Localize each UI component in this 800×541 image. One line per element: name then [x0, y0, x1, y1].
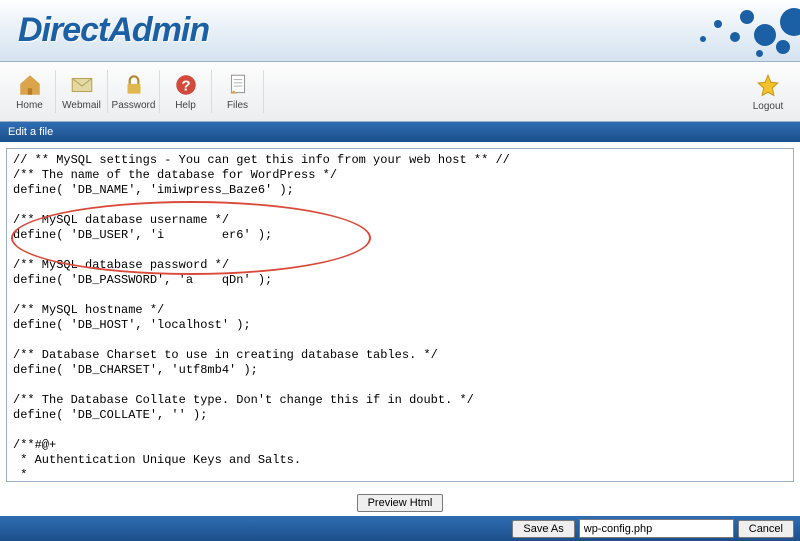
- files-icon: [224, 72, 252, 98]
- lock-icon: [120, 72, 148, 98]
- home-icon: [16, 72, 44, 98]
- editor-panel: [0, 142, 800, 488]
- save-as-button[interactable]: Save As: [512, 520, 574, 538]
- preview-row: Preview Html: [0, 488, 800, 516]
- file-editor-textarea[interactable]: [7, 149, 793, 481]
- app-header: DirectAdmin: [0, 0, 800, 62]
- toolbar-item-label: Home: [16, 100, 43, 111]
- toolbar-item-help[interactable]: ? Help: [160, 70, 212, 113]
- toolbar-item-label: Help: [175, 100, 196, 111]
- editor-container: [6, 148, 794, 482]
- filename-input[interactable]: [579, 519, 734, 538]
- svg-text:?: ?: [181, 77, 190, 94]
- toolbar-item-logout[interactable]: Logout: [742, 71, 794, 114]
- help-icon: ?: [172, 72, 200, 98]
- logo-text: DirectAdmin: [18, 11, 209, 50]
- preview-html-button[interactable]: Preview Html: [357, 494, 444, 512]
- cancel-button[interactable]: Cancel: [738, 520, 794, 538]
- toolbar-item-files[interactable]: Files: [212, 70, 264, 113]
- toolbar-item-webmail[interactable]: Webmail: [56, 70, 108, 113]
- toolbar-item-password[interactable]: Password: [108, 70, 160, 113]
- toolbar-item-label: Webmail: [62, 100, 101, 111]
- save-bar: Save As Cancel: [0, 516, 800, 541]
- mail-icon: [68, 72, 96, 98]
- panel-title: Edit a file: [0, 122, 800, 142]
- toolbar-item-home[interactable]: Home: [4, 70, 56, 113]
- main-toolbar: Home Webmail Password ? Help Files Logou…: [0, 62, 800, 122]
- star-icon: [754, 73, 782, 99]
- toolbar-item-label: Files: [227, 100, 248, 111]
- toolbar-item-label: Logout: [753, 101, 784, 112]
- toolbar-item-label: Password: [112, 100, 156, 111]
